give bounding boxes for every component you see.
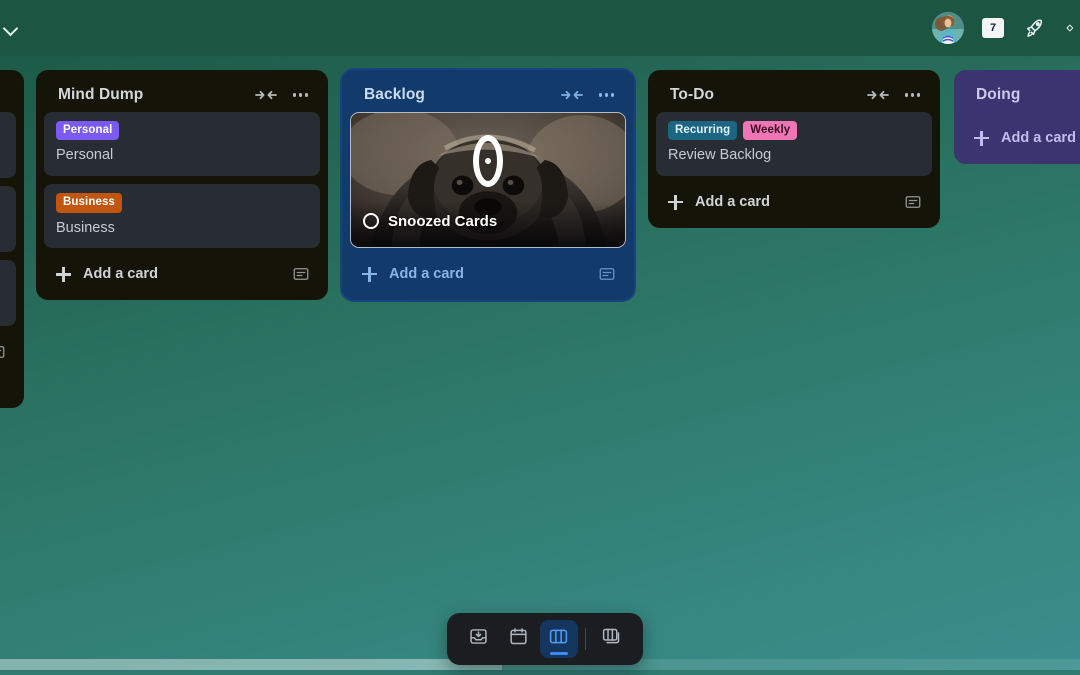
- list-backlog[interactable]: Backlog Snoozed Cards Add a card: [342, 70, 634, 300]
- circle-check-icon[interactable]: [363, 213, 379, 229]
- partial-edge-icon[interactable]: [1064, 16, 1078, 40]
- card-labels: Personal: [56, 121, 308, 141]
- collapse-list-icon[interactable]: [255, 88, 278, 102]
- add-card-button[interactable]: Add a card: [962, 118, 1080, 158]
- calendar-icon: [508, 626, 529, 652]
- list-header: Backlog: [350, 78, 626, 112]
- list-title: Backlog: [364, 86, 425, 103]
- add-card-label: Add a card: [695, 194, 770, 211]
- list-doing[interactable]: Doing Add a card: [954, 70, 1080, 164]
- label-pill[interactable]: Recurring: [668, 121, 738, 141]
- list-header-actions: [867, 88, 928, 102]
- avatar-illustration: [932, 12, 964, 44]
- card-title: Review Backlog: [668, 147, 772, 164]
- collapse-list-icon[interactable]: [867, 88, 890, 102]
- plus-icon: [56, 266, 71, 282]
- chevron-down-icon: [3, 23, 19, 33]
- list-actions-icon[interactable]: [291, 89, 310, 100]
- list-to-do[interactable]: To-Do Recurring Weekly Review Backlog Ad…: [648, 70, 940, 229]
- list-title: To-Do: [670, 86, 715, 103]
- switch-boards-icon: [601, 626, 622, 652]
- card-list: Recurring Weekly Review Backlog: [656, 112, 932, 177]
- label-pill[interactable]: Personal: [56, 121, 120, 141]
- add-card-button[interactable]: Add a card: [350, 254, 626, 294]
- list-actions-icon[interactable]: [0, 89, 6, 100]
- bottom-navigation-bar: [447, 613, 643, 665]
- card-labels: Recurring Weekly: [668, 121, 920, 141]
- label-pill[interactable]: Business: [56, 193, 122, 213]
- list-header-actions: [255, 88, 316, 102]
- top-app-bar: 7: [0, 0, 1080, 56]
- plus-icon: [362, 266, 377, 282]
- card[interactable]: [0, 260, 16, 326]
- board-canvas: Mind Dump Personal Personal Business Bus…: [0, 56, 1080, 675]
- list-header: Mind Dump: [44, 78, 320, 112]
- add-card-button[interactable]: Add a card: [44, 254, 320, 294]
- add-card-button[interactable]: Add a card: [656, 182, 932, 222]
- card-template-icon[interactable]: [292, 265, 310, 283]
- nav-switch-boards-button[interactable]: [593, 620, 631, 658]
- horizontal-scrollbar-thumb[interactable]: [0, 659, 502, 670]
- list-header-actions: [561, 88, 622, 102]
- nav-divider: [584, 628, 586, 650]
- list-header-actions: [0, 89, 12, 100]
- inbox-icon: [468, 626, 489, 652]
- card-labels: Business: [56, 193, 308, 213]
- card[interactable]: [0, 186, 16, 252]
- list-mind-dump[interactable]: Mind Dump Personal Personal Business Bus…: [36, 70, 328, 301]
- rocket-icon[interactable]: [1022, 16, 1046, 40]
- add-card-label: Add a card: [1001, 130, 1076, 146]
- card-title: Personal: [56, 147, 114, 164]
- card-snoozed-cards[interactable]: Snoozed Cards: [350, 112, 626, 248]
- list-title: Doing: [976, 86, 1021, 103]
- card-list: Personal Personal Business Business: [44, 112, 320, 249]
- plus-icon: [668, 194, 683, 210]
- board-expand-button[interactable]: [0, 0, 28, 56]
- card-cover-footer: Snoozed Cards: [351, 201, 625, 247]
- list-header: Doing: [962, 78, 1080, 112]
- add-card-label: Add a card: [389, 266, 464, 282]
- add-card-button[interactable]: [0, 332, 16, 372]
- board-columns-icon: [548, 626, 569, 652]
- card-template-icon[interactable]: [904, 193, 922, 211]
- bottom-edge-strip: [0, 670, 1080, 675]
- snooze-count-badge: [473, 135, 503, 187]
- avatar[interactable]: [932, 12, 964, 44]
- card[interactable]: Personal Personal: [44, 112, 320, 177]
- card-list: [0, 112, 16, 326]
- card-template-icon[interactable]: [0, 343, 6, 361]
- list-actions-icon[interactable]: [597, 89, 616, 100]
- card[interactable]: Recurring Weekly Review Backlog: [656, 112, 932, 177]
- list-partial-left[interactable]: [0, 70, 24, 408]
- list-header: [0, 78, 16, 112]
- add-card-label: Add a card: [83, 266, 158, 283]
- list-header: To-Do: [656, 78, 932, 112]
- topbar-actions: 7: [932, 0, 1080, 56]
- nav-planner-button[interactable]: [500, 620, 538, 658]
- collapse-list-icon[interactable]: [561, 88, 584, 102]
- notification-count-badge[interactable]: 7: [982, 18, 1004, 38]
- card[interactable]: Business Business: [44, 184, 320, 249]
- card-title: Business: [56, 219, 115, 236]
- nav-inbox-button[interactable]: [460, 620, 498, 658]
- list-actions-icon[interactable]: [903, 89, 922, 100]
- label-pill[interactable]: Weekly: [743, 121, 798, 141]
- list-title: Mind Dump: [58, 86, 144, 103]
- card[interactable]: [0, 112, 16, 178]
- nav-board-button[interactable]: [539, 620, 578, 658]
- card-list: Snoozed Cards: [350, 112, 626, 248]
- card-title: Snoozed Cards: [388, 212, 498, 230]
- plus-icon: [974, 130, 989, 146]
- card-template-icon[interactable]: [598, 265, 616, 283]
